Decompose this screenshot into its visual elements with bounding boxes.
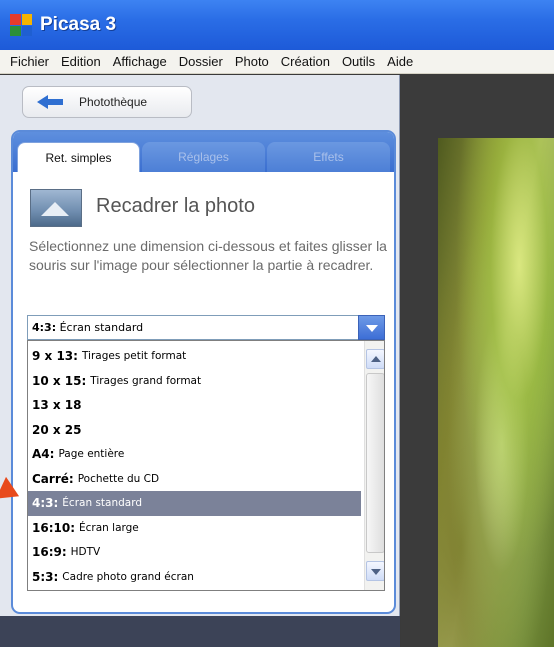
- crop-ratio-select[interactable]: 4:3: Écran standard: [27, 315, 385, 340]
- menu-aide[interactable]: Aide: [381, 54, 419, 69]
- list-item[interactable]: 5:3: Cadre photo grand écran: [28, 565, 361, 590]
- scroll-down-icon[interactable]: [366, 561, 384, 581]
- option-key: 10 x 15:: [32, 373, 87, 388]
- list-item[interactable]: 16:9: HDTV: [28, 540, 361, 565]
- list-item[interactable]: 10 x 15: Tirages grand format: [28, 369, 361, 394]
- option-desc: Tirages petit format: [81, 350, 187, 363]
- option-desc: Cadre photo grand écran: [62, 570, 194, 583]
- crop-photo-icon: [30, 189, 82, 227]
- list-item[interactable]: 20 x 25: [28, 418, 361, 443]
- option-key: 20 x 25: [32, 422, 82, 437]
- option-key: A4:: [32, 447, 55, 462]
- window-title: Picasa 3: [40, 14, 117, 35]
- menu-affichage[interactable]: Affichage: [107, 54, 173, 69]
- crop-ratio-list: 9 x 13: Tirages petit format 10 x 15: Tira…: [27, 340, 385, 591]
- menu-photo[interactable]: Photo: [229, 54, 275, 69]
- option-desc: Page entière: [58, 448, 125, 461]
- option-desc: Écran large: [79, 521, 139, 534]
- back-to-library-button[interactable]: Photothèque: [22, 86, 192, 118]
- list-scrollbar[interactable]: [364, 341, 384, 590]
- option-key: 16:10:: [32, 520, 75, 535]
- list-item[interactable]: 9 x 13: Tirages petit format: [28, 344, 361, 369]
- tab-label: Effets: [313, 150, 344, 164]
- menu-bar: Fichier Edition Affichage Dossier Photo …: [0, 50, 554, 74]
- crop-heading: Recadrer la photo: [96, 195, 255, 217]
- sidebar-footer: [0, 616, 400, 647]
- option-desc: HDTV: [70, 546, 101, 559]
- tab-effects[interactable]: Effets: [267, 142, 390, 172]
- title-bar: Picasa 3: [0, 0, 554, 50]
- menu-creation[interactable]: Création: [275, 54, 336, 69]
- list-item[interactable]: A4: Page entière: [28, 442, 361, 467]
- select-desc: Écran standard: [59, 321, 144, 334]
- option-key: 5:3:: [32, 569, 59, 584]
- scroll-thumb[interactable]: [366, 373, 384, 553]
- option-key: 4:3:: [32, 496, 59, 511]
- option-key: 16:9:: [32, 545, 67, 560]
- back-button-label: Photothèque: [79, 95, 148, 109]
- crop-description: Sélectionnez une dimension ci-dessous et…: [29, 238, 387, 273]
- list-item[interactable]: 16:10: Écran large: [28, 516, 361, 541]
- option-desc: Écran standard: [62, 497, 143, 510]
- list-item-selected[interactable]: 4:3: Écran standard: [28, 491, 361, 516]
- list-item[interactable]: Carré: Pochette du CD: [28, 467, 361, 492]
- option-desc: Tirages grand format: [90, 374, 202, 387]
- dropdown-arrow-icon[interactable]: [358, 315, 385, 340]
- picasa-logo-icon: [10, 14, 32, 36]
- tab-label: Ret. simples: [45, 150, 112, 165]
- option-key: 13 x 18: [32, 398, 82, 413]
- photo-preview[interactable]: [438, 138, 554, 647]
- scroll-up-icon[interactable]: [366, 349, 384, 369]
- option-key: Carré:: [32, 471, 74, 486]
- menu-dossier[interactable]: Dossier: [173, 54, 229, 69]
- list-item[interactable]: 13 x 18: [28, 393, 361, 418]
- tab-tuning[interactable]: Réglages: [142, 142, 265, 172]
- option-desc: Pochette du CD: [77, 472, 160, 485]
- tab-label: Réglages: [178, 150, 229, 164]
- menu-outils[interactable]: Outils: [336, 54, 381, 69]
- menu-edition[interactable]: Edition: [55, 54, 107, 69]
- menu-fichier[interactable]: Fichier: [4, 54, 55, 69]
- option-key: 9 x 13:: [32, 349, 78, 364]
- select-key: 4:3:: [32, 321, 57, 334]
- tab-basic-fixes[interactable]: Ret. simples: [17, 142, 140, 172]
- arrow-left-icon: [37, 95, 63, 109]
